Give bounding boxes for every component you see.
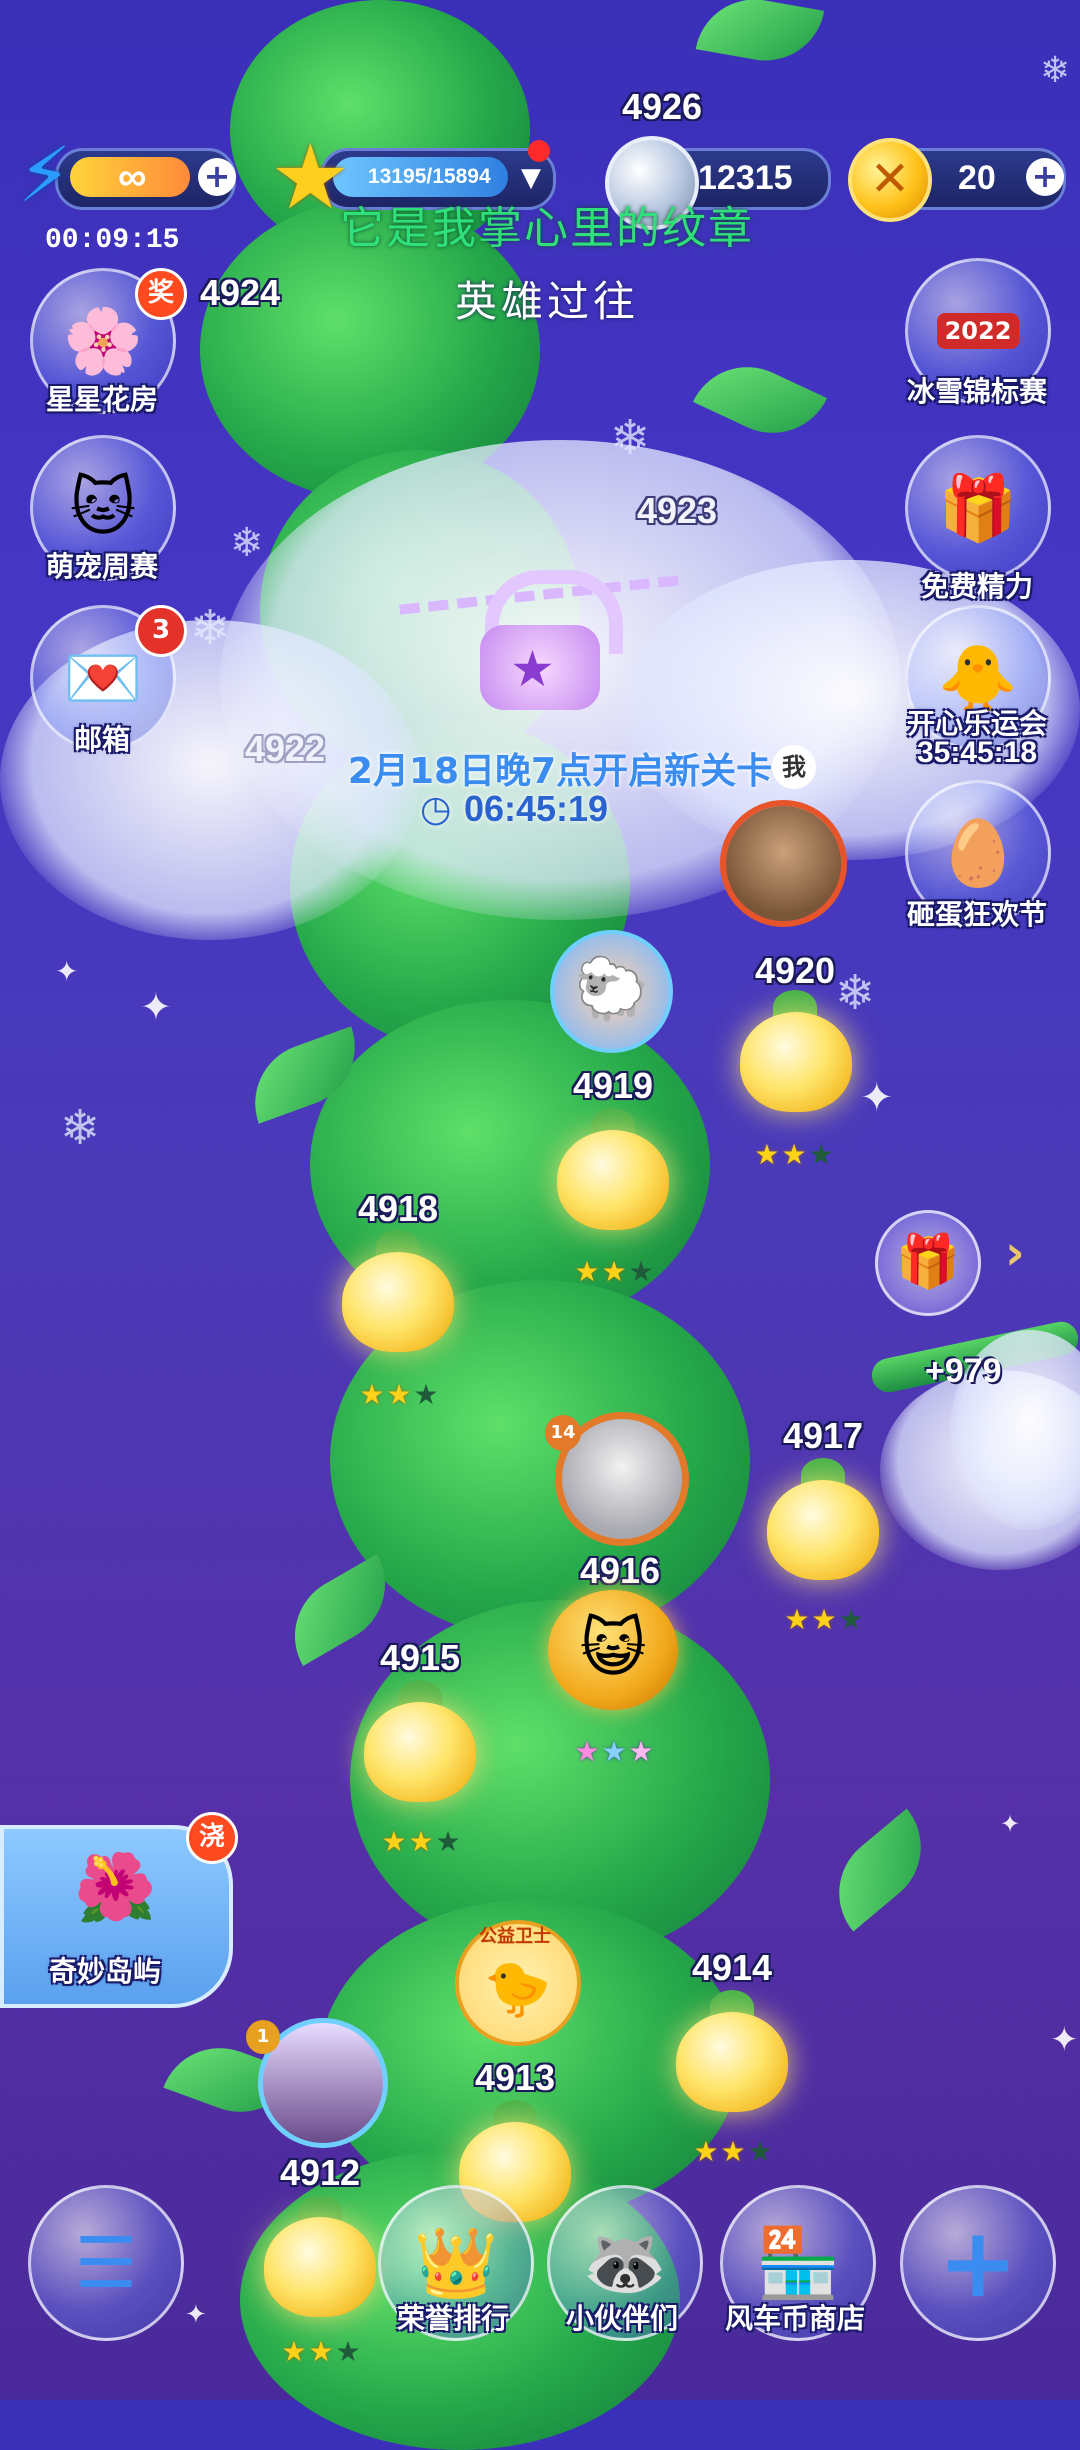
water-badge: 浇 — [186, 1812, 238, 1864]
gold-value: 20 — [958, 159, 996, 197]
cat-icon: 🐱 — [69, 471, 137, 545]
golden-egg-icon: 🥚 — [938, 816, 1018, 891]
me-tag: 我 — [772, 745, 816, 789]
snowflake-icon: ❄ — [230, 520, 264, 566]
star-icon: ★ — [270, 125, 351, 230]
plus-icon: + — [937, 2207, 1019, 2319]
level-4920-node[interactable] — [740, 1012, 852, 1112]
sparkle-icon: ✦ — [185, 2300, 207, 2330]
lightning-icon: ⚡ — [18, 130, 72, 219]
unlock-timer: ◷ 06:45:19 — [420, 788, 608, 830]
friend-avatar-4919[interactable]: 🐑 — [550, 930, 673, 1053]
add-gold-button[interactable]: + — [1026, 158, 1064, 196]
egg-smash-label: 砸蛋狂欢节 — [906, 898, 1047, 931]
level-4920-label: 4920 — [754, 950, 836, 991]
menu-list-icon: ☰ — [74, 2222, 138, 2304]
level-4924-label: 4924 — [199, 272, 281, 313]
chain-lock-icon[interactable]: ★ — [399, 560, 681, 710]
crown-icon: 👑 — [413, 2224, 499, 2303]
mailbox-label: 邮箱 — [73, 723, 130, 756]
level-4926-label: 4926 — [621, 86, 703, 127]
sparkle-icon: ✦ — [860, 1075, 894, 1121]
level-4917-label: 4917 — [782, 1415, 864, 1456]
sparkle-icon: ✦ — [55, 955, 79, 988]
mail-count-badge: 3 — [135, 605, 187, 657]
sparkle-icon: ✦ — [140, 985, 172, 1029]
gift-box-icon: 🎁 — [895, 1232, 961, 1292]
chevron-down-icon[interactable]: ▼ — [521, 163, 541, 193]
free-energy-label: 免费精力 — [920, 570, 1033, 603]
free-energy-button[interactable]: 🎁 — [905, 435, 1051, 581]
clock-icon: ◷ — [420, 789, 452, 830]
snowflake-icon: ❄ — [1040, 50, 1071, 91]
gift-icon: 🎁 — [938, 471, 1018, 546]
island-flower-icon: 🌺 — [74, 1849, 157, 1926]
friend-level-badge: 14 — [545, 1415, 581, 1451]
unlock-timer-value: 06:45:19 — [463, 788, 609, 829]
raccoon-icon: 🦝 — [582, 2224, 668, 2303]
level-4919-node[interactable] — [557, 1130, 669, 1230]
charity-guardian-label: 公益卫士 — [479, 1926, 551, 1947]
trophy-2022-icon: 2022 — [936, 313, 1020, 349]
energy-timer: 00:09:15 — [45, 225, 180, 256]
level-4912-label: 4912 — [279, 2152, 361, 2193]
flower-icon: 🌸 — [63, 304, 143, 379]
level-4915-label: 4915 — [379, 1637, 461, 1678]
branch-gift-button[interactable]: 🎁 — [875, 1210, 981, 1316]
level-4913-label: 4913 — [474, 2057, 556, 2098]
sparkle-icon: ✦ — [1000, 1810, 1021, 1838]
level-4916-stars: ★★★ — [574, 1735, 656, 1768]
magic-island-label: 奇妙岛屿 — [48, 1955, 161, 1988]
level-4919-stars: ★★★ — [574, 1255, 656, 1288]
level-4914-stars: ★★★ — [693, 2135, 775, 2168]
snowflake-icon: ❄ — [60, 1100, 101, 1156]
shop-icon: 🏪 — [755, 2224, 841, 2303]
lucky-cat-node[interactable]: 😺 — [548, 1590, 678, 1710]
friend-level-badge-2: 1 — [246, 2020, 280, 2054]
sparkle-icon: ✦ — [1050, 2020, 1079, 2060]
level-4917-node[interactable] — [767, 1480, 879, 1580]
my-avatar[interactable] — [720, 800, 847, 927]
level-4912-stars: ★★★ — [281, 2335, 363, 2368]
happy-games-timer: 35:45:18 — [916, 736, 1038, 769]
level-4917-stars: ★★★ — [784, 1603, 866, 1636]
stars-progress: 13195/15894 — [368, 165, 491, 188]
snow-championship-label: 冰雪锦标赛 — [906, 375, 1047, 408]
chevron-right-icon[interactable]: › — [1005, 1225, 1025, 1281]
star-flower-house-label: 星星花房 — [45, 383, 158, 416]
menu-button[interactable]: ☰ — [28, 2185, 184, 2341]
notification-dot — [528, 140, 550, 162]
mail-icon: 💌 — [63, 641, 143, 716]
friends-label: 小伙伴们 — [565, 2302, 678, 2335]
level-4920-stars: ★★★ — [754, 1138, 836, 1171]
unlock-notice-text: 2月18日晚7点开启新关卡 — [347, 751, 773, 792]
level-4918-label: 4918 — [357, 1188, 439, 1229]
energy-value: ∞ — [118, 155, 147, 199]
level-4915-stars: ★★★ — [381, 1825, 463, 1858]
level-4919-label: 4919 — [572, 1065, 654, 1106]
level-4918-stars: ★★★ — [359, 1378, 441, 1411]
pet-weekly-label: 萌宠周赛 — [45, 550, 158, 583]
windmill-shop-label: 风车币商店 — [724, 2302, 865, 2335]
level-4923-label: 4923 — [636, 490, 718, 531]
add-energy-button[interactable]: + — [198, 158, 236, 196]
lyric-line-2: 英雄过往 — [455, 277, 640, 326]
level-4915-node[interactable] — [364, 1702, 476, 1802]
plus-menu-button[interactable]: + — [900, 2185, 1056, 2341]
level-4918-node[interactable] — [342, 1252, 454, 1352]
level-4914-node[interactable] — [676, 2012, 788, 2112]
lyric-line-1: 它是我掌心里的纹章 — [340, 203, 754, 254]
level-4914-label: 4914 — [691, 1947, 773, 1988]
level-4916-label: 4916 — [579, 1550, 661, 1591]
gold-coin-icon: ✕ — [848, 138, 932, 222]
branch-bonus-label: +979 — [925, 1352, 1002, 1390]
